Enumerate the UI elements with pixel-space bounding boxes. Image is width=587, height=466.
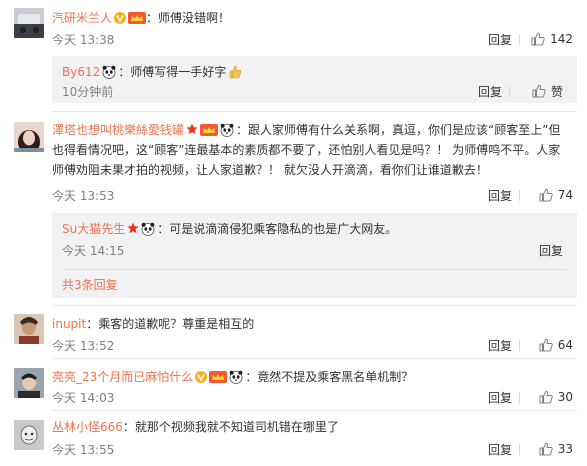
comment-body: 亮亮_23个月而已麻怕什么 ：竟然不提及乘客黑名单机制？ — [52, 367, 567, 387]
comment-text: ：乘客的道歉呢？尊重是相互的 — [86, 317, 255, 331]
divider — [519, 444, 520, 455]
like-label: 赞 — [550, 84, 563, 99]
like-button[interactable]: 64 — [539, 336, 573, 354]
like-button[interactable]: 33 — [539, 440, 573, 458]
reply-box: By612 ：师傅写得一手好字 10分钟前 回复 赞 — [52, 56, 577, 103]
like-count: 74 — [557, 188, 573, 202]
star-badge-icon — [127, 222, 139, 234]
divider — [52, 358, 577, 359]
like-button[interactable]: 赞 — [532, 82, 563, 100]
star-badge-icon — [186, 123, 198, 135]
timestamp: 今天 13:38 — [52, 33, 115, 47]
reply-body: By612 ：师傅写得一手好字 — [62, 62, 567, 82]
reply-body: Su大猫先生 ：可是说滴滴侵犯乘客隐私的也是广大网友。 — [62, 219, 567, 239]
reply-button[interactable]: 回复 — [539, 242, 563, 259]
panda-emoji-icon — [141, 222, 155, 236]
username-link[interactable]: 丛林小怪666 — [52, 420, 123, 434]
username-link[interactable]: 汽研米兰人 — [52, 11, 112, 25]
username-link[interactable]: Su大猫先生 — [62, 222, 125, 236]
avatar[interactable] — [14, 420, 44, 450]
comment-text: ：师傅没错啊！ — [146, 11, 231, 25]
timestamp: 今天 14:15 — [62, 244, 125, 258]
avatar[interactable] — [14, 314, 44, 344]
reply-text: ：师傅写得一手好字 — [118, 65, 227, 79]
username-link[interactable]: inupit — [52, 317, 86, 331]
reply-button[interactable]: 回复 — [488, 389, 512, 406]
comment-body: 澤塔也想叫桃樂絲愛钱罐 ：跟人家师傅有什么关系啊，真逗，你们是应该“顾客至上”但也… — [52, 120, 567, 180]
panda-emoji-icon — [220, 123, 234, 137]
timestamp: 10分钟前 — [62, 85, 114, 99]
comment-text: ：竟然不提及乘客黑名单机制？ — [245, 370, 414, 384]
reply-button[interactable]: 回复 — [488, 441, 512, 458]
username-link[interactable]: By612 — [62, 65, 100, 79]
like-icon — [531, 32, 545, 46]
like-icon — [539, 188, 553, 202]
reply-meta: 10分钟前 回复 赞 — [62, 83, 563, 101]
panda-emoji-icon — [102, 65, 116, 79]
like-button[interactable]: 142 — [531, 30, 573, 48]
like-icon — [539, 390, 553, 404]
divider — [62, 269, 567, 270]
reply-text: ：可是说滴滴侵犯乘客隐私的也是广大网友。 — [157, 222, 398, 236]
divider — [519, 392, 520, 403]
avatar[interactable] — [14, 122, 44, 152]
divider — [519, 340, 520, 351]
comment-meta: 今天 14:03 回复 30 — [52, 389, 573, 407]
like-button[interactable]: 74 — [539, 186, 573, 204]
comment-meta: 今天 13:52 回复 64 — [52, 337, 573, 355]
like-icon — [539, 338, 553, 352]
like-count: 142 — [550, 32, 573, 46]
divider — [52, 305, 577, 306]
divider — [509, 86, 510, 97]
reply-button[interactable]: 回复 — [488, 31, 512, 48]
username-link[interactable]: 亮亮_23个月而已麻怕什么 — [52, 370, 193, 384]
timestamp: 今天 13:53 — [52, 189, 115, 203]
more-replies-link[interactable]: 共3条回复 — [62, 276, 118, 293]
like-button[interactable]: 30 — [539, 388, 573, 406]
comment-body: 丛林小怪666：就那个视频我就不知道司机错在哪里了 — [52, 417, 567, 437]
reply-button[interactable]: 回复 — [488, 187, 512, 204]
verified-v-icon — [195, 371, 208, 383]
like-icon — [539, 442, 553, 456]
vip-crown-icon — [209, 371, 228, 383]
like-count: 64 — [557, 338, 573, 352]
panda-emoji-icon — [229, 370, 243, 384]
comment-text: ：就那个视频我就不知道司机错在哪里了 — [122, 420, 339, 434]
timestamp: 今天 13:52 — [52, 339, 115, 353]
reply-meta: 今天 14:15 回复 — [62, 242, 563, 260]
comment-body: 汽研米兰人 ：师傅没错啊！ — [52, 8, 567, 28]
like-count: 33 — [557, 442, 573, 456]
vip-crown-icon — [128, 12, 147, 24]
avatar[interactable] — [14, 368, 44, 398]
comment-meta: 今天 13:53 回复 74 — [52, 187, 573, 205]
like-icon — [532, 84, 546, 98]
divider — [52, 410, 577, 411]
reply-button[interactable]: 回复 — [488, 337, 512, 354]
divider — [52, 111, 577, 112]
divider — [519, 34, 520, 45]
reply-box: Su大猫先生 ：可是说滴滴侵犯乘客隐私的也是广大网友。 今天 14:15 回复 共… — [52, 213, 577, 298]
comment-body: inupit：乘客的道歉呢？尊重是相互的 — [52, 314, 567, 334]
comment-meta: 今天 13:38 回复 142 — [52, 31, 573, 49]
timestamp: 今天 14:03 — [52, 391, 115, 405]
thumbs-up-emoji-icon — [229, 65, 242, 79]
username-link[interactable]: 澤塔也想叫桃樂絲愛钱罐 — [52, 123, 184, 137]
vip-crown-icon — [200, 124, 219, 136]
avatar[interactable] — [14, 8, 44, 38]
reply-button[interactable]: 回复 — [478, 83, 502, 100]
like-count: 30 — [557, 390, 573, 404]
comment-meta: 今天 13:55 回复 33 — [52, 441, 573, 459]
verified-v-icon — [114, 12, 127, 24]
timestamp: 今天 13:55 — [52, 443, 115, 457]
divider — [519, 190, 520, 201]
